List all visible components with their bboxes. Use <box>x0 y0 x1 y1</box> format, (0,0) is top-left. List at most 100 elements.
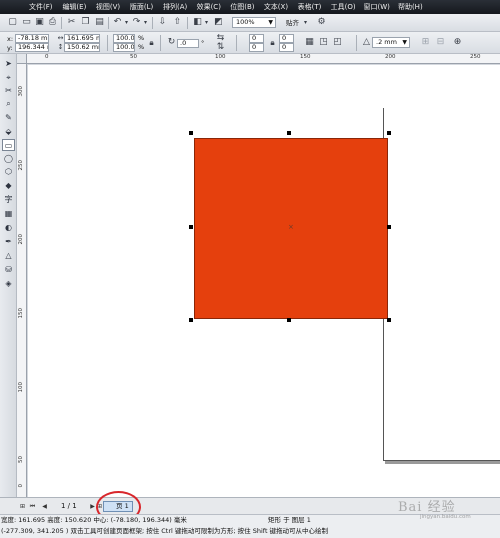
basic-shapes-tool-icon[interactable]: ◆ <box>2 180 15 192</box>
shape-tool-icon[interactable]: ⌖ <box>2 72 15 84</box>
menu-bitmaps[interactable]: 位图(B) <box>226 0 260 14</box>
pick-tool-icon[interactable]: ➤ <box>2 58 15 70</box>
welcome-icon[interactable]: ◩ <box>213 17 224 28</box>
fill-tool-icon[interactable]: ⛁ <box>2 264 15 276</box>
handle-top-center[interactable] <box>287 131 291 135</box>
menu-table[interactable]: 表格(T) <box>293 0 327 14</box>
eyedropper-tool-icon[interactable]: ✒ <box>2 236 15 248</box>
outline-width-value: .2 mm <box>376 38 397 46</box>
ruler-origin[interactable] <box>17 54 27 64</box>
ruler-label: 150 <box>300 54 311 60</box>
toolbar-divider <box>356 35 357 51</box>
menu-layout[interactable]: 版面(L) <box>125 0 159 14</box>
standard-toolbar: ▢ ▭ ▣ ⎙ ✂ ❐ ▤ ↶ ▾ ↷ ▾ ⇩ ⇧ ◧ ▾ ◩ 100% ▼ 贴… <box>0 14 500 32</box>
scale-x-field[interactable]: 100.0 <box>113 34 135 43</box>
snap-dropdown-icon[interactable]: ▾ <box>300 17 311 28</box>
freehand-tool-icon[interactable]: ✎ <box>2 112 15 124</box>
rotation-field[interactable]: .0 <box>177 39 199 48</box>
drawing-canvas[interactable]: × <box>28 65 500 497</box>
add-page-before-icon[interactable]: ⊞ <box>18 502 27 511</box>
handle-middle-right[interactable] <box>387 225 391 229</box>
corner-style-icon[interactable]: ◰ <box>332 37 343 48</box>
horizontal-ruler[interactable]: 0 50 100 150 200 250 <box>27 54 500 64</box>
ruler-label: 100 <box>215 54 226 60</box>
text-tool-icon[interactable]: 字 <box>2 194 15 206</box>
app-launcher-dropdown-icon[interactable]: ▾ <box>201 17 212 28</box>
vertical-ruler[interactable]: 300 250 200 150 100 50 0 <box>17 64 27 497</box>
crop-tool-icon[interactable]: ✂ <box>2 85 15 97</box>
options-icon[interactable]: ⚙ <box>316 17 327 28</box>
menu-tools[interactable]: 工具(O) <box>326 0 360 14</box>
rotation-value: .0 <box>180 39 187 47</box>
smart-fill-tool-icon[interactable]: ⬙ <box>2 126 15 138</box>
menu-text[interactable]: 文本(X) <box>259 0 293 14</box>
status-dimensions: 宽度: 161.695 高度: 150.620 中心: (-78.180, 19… <box>1 516 187 524</box>
outline-tool-icon[interactable]: △ <box>2 250 15 262</box>
corner-lock-icon[interactable]: 🔒︎ <box>267 37 278 48</box>
polygon-tool-icon[interactable]: ⬡ <box>2 166 15 178</box>
menu-arrange[interactable]: 排列(A) <box>158 0 192 14</box>
menu-window[interactable]: 窗口(W) <box>360 0 394 14</box>
ruler-label: 300 <box>18 86 24 97</box>
zoom-tool-icon[interactable]: ⌕ <box>2 98 15 110</box>
print-icon[interactable]: ⎙ <box>47 17 58 28</box>
zoom-dropdown[interactable]: 100% ▼ <box>232 17 276 28</box>
scale-y-field[interactable]: 100.0 <box>113 43 135 52</box>
corner-top-left-value: 0 <box>252 34 257 42</box>
height-field[interactable]: 150.62 mm <box>64 43 100 52</box>
corner-scale-icon[interactable]: ◳ <box>318 37 329 48</box>
toolbar-divider <box>236 35 237 51</box>
handle-bottom-center[interactable] <box>287 318 291 322</box>
rectangle-tool-icon[interactable]: ▭ <box>2 139 15 151</box>
y-position-value: 196.344 mm <box>18 43 48 51</box>
ellipse-tool-icon[interactable]: ◯ <box>2 153 15 165</box>
y-position-field[interactable]: 196.344 mm <box>15 43 49 52</box>
handle-middle-left[interactable] <box>189 225 193 229</box>
width-field[interactable]: 161.695 mm <box>64 34 100 43</box>
menu-effects[interactable]: 效果(C) <box>192 0 226 14</box>
interactive-fill-tool-icon[interactable]: ◈ <box>2 278 15 290</box>
toolbar-divider <box>61 17 62 29</box>
corner-bottom-left-field[interactable]: 0 <box>249 43 264 52</box>
scale-x-percent: % <box>138 34 145 42</box>
copy-icon[interactable]: ❐ <box>80 17 91 28</box>
scale-y-percent: % <box>138 43 145 51</box>
redo-dropdown-icon[interactable]: ▾ <box>140 17 151 28</box>
menu-view[interactable]: 视图(V) <box>91 0 125 14</box>
table-tool-icon[interactable]: ▦ <box>2 208 15 220</box>
convert-to-curves-icon[interactable]: ⊞ <box>420 37 431 48</box>
first-page-icon[interactable]: ⏮ <box>28 502 37 511</box>
crosshair-icon[interactable]: ⊕ <box>452 37 463 48</box>
corner-bottom-right-field[interactable]: 0 <box>279 43 294 52</box>
height-value: 150.62 mm <box>67 43 99 51</box>
menu-help[interactable]: 帮助(H) <box>394 0 428 14</box>
handle-bottom-left[interactable] <box>189 318 193 322</box>
menu-file[interactable]: 文件(F) <box>24 0 58 14</box>
save-icon[interactable]: ▣ <box>34 17 45 28</box>
page-counter: 1 / 1 <box>61 502 77 510</box>
handle-top-left[interactable] <box>189 131 193 135</box>
snap-label[interactable]: 贴齐 <box>286 19 299 27</box>
outline-width-dropdown[interactable]: .2 mm ▼ <box>372 37 410 48</box>
mirror-vertical-icon[interactable]: ⇅ <box>215 42 226 53</box>
previous-page-icon[interactable]: ◀ <box>40 502 49 511</box>
corner-top-left-field[interactable]: 0 <box>249 34 264 43</box>
handle-top-right[interactable] <box>387 131 391 135</box>
paste-icon[interactable]: ▤ <box>94 17 105 28</box>
corner-top-right-value: 0 <box>282 34 287 42</box>
new-icon[interactable]: ▢ <box>7 17 18 28</box>
handle-bottom-right[interactable] <box>387 318 391 322</box>
x-position-field[interactable]: -78.18 mm <box>15 34 49 43</box>
to-front-icon[interactable]: ⊟ <box>435 37 446 48</box>
corner-top-right-field[interactable]: 0 <box>279 34 294 43</box>
wrap-text-icon[interactable]: ▦ <box>304 37 315 48</box>
menu-edit[interactable]: 编辑(E) <box>58 0 92 14</box>
scale-x-value: 100.0 <box>116 34 135 42</box>
open-icon[interactable]: ▭ <box>21 17 32 28</box>
interactive-blend-tool-icon[interactable]: ◐ <box>2 222 15 234</box>
export-icon[interactable]: ⇧ <box>172 17 183 28</box>
import-icon[interactable]: ⇩ <box>157 17 168 28</box>
ruler-label: 150 <box>18 308 24 319</box>
cut-icon[interactable]: ✂ <box>66 17 77 28</box>
lock-ratio-icon[interactable]: 🔒︎ <box>146 37 157 48</box>
